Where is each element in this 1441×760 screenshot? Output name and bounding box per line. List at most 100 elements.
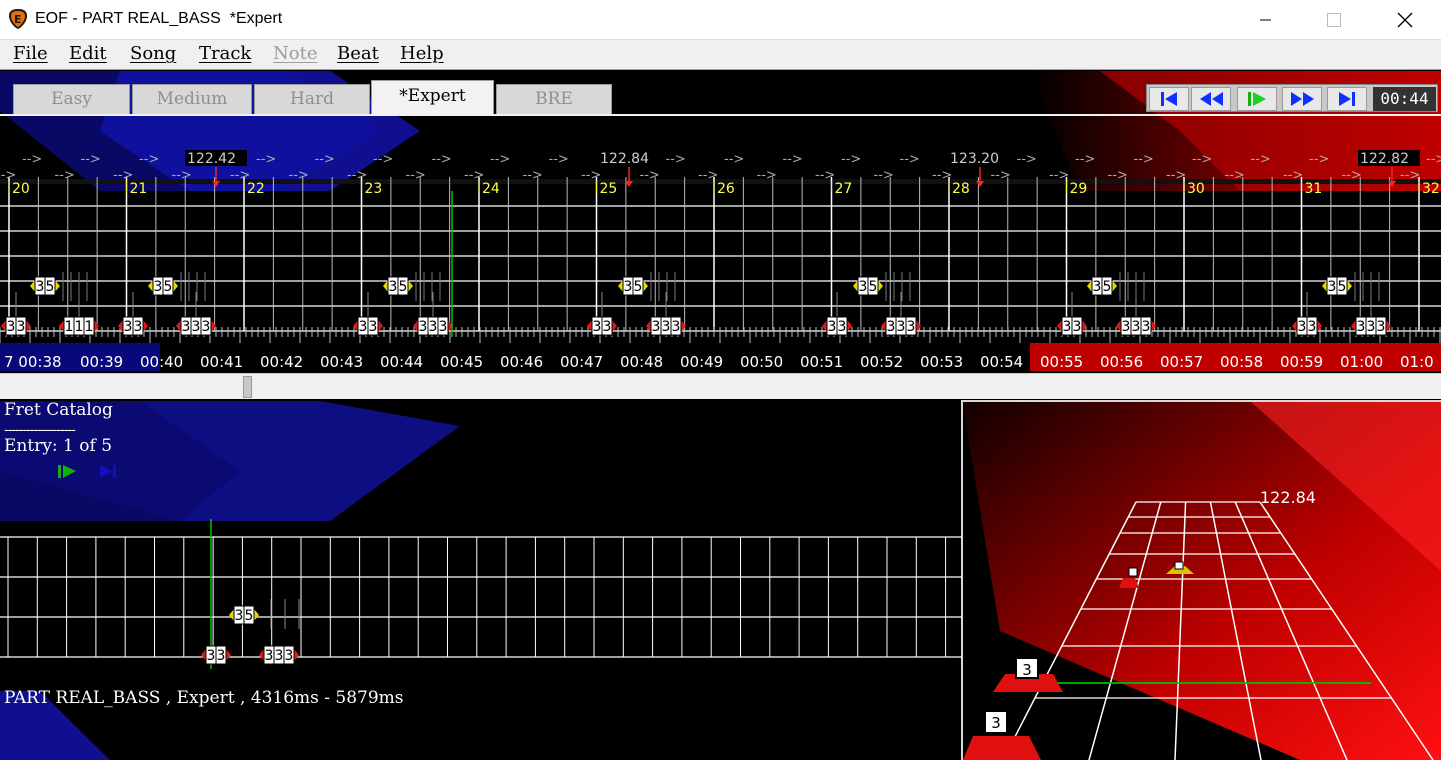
tempo-arrow: --> — [22, 152, 42, 167]
bpm-label: 122.42 — [187, 151, 236, 167]
piano-roll[interactable]: 20212223242526272829303132-->-->-->-->--… — [0, 117, 1441, 397]
menu-file[interactable]: File — [13, 43, 48, 64]
close-icon — [1397, 12, 1413, 28]
tempo-arrow: --> — [0, 168, 16, 183]
svg-text:3: 3 — [838, 319, 847, 335]
svg-text:5: 5 — [245, 608, 254, 624]
timestamp-label: 00:57 — [1160, 353, 1203, 371]
fast-forward-button[interactable] — [1282, 87, 1322, 111]
svg-text:3: 3 — [1073, 319, 1082, 335]
svg-text:1: 1 — [75, 319, 84, 335]
tempo-arrow: --> — [900, 152, 920, 167]
highway-far-gem-label — [1128, 567, 1138, 577]
highway-gem — [963, 736, 1041, 760]
timestamp-label: 00:56 — [1100, 353, 1143, 371]
tempo-arrow: --> — [1166, 168, 1186, 183]
measure-number: 25 — [600, 181, 618, 197]
note-gem: 111 — [59, 316, 99, 336]
note-gem: 333 — [881, 316, 921, 336]
svg-text:3: 3 — [887, 319, 896, 335]
tempo-arrow: --> — [1400, 168, 1420, 183]
timestamp-label: 00:58 — [1220, 353, 1263, 371]
note-gem: 33 — [1, 316, 31, 336]
maximize-icon — [1327, 13, 1341, 27]
timestamp-label: 00:54 — [980, 353, 1023, 371]
window-title: EOF - PART REAL_BASS *Expert — [35, 10, 283, 27]
tempo-arrow: --> — [1049, 168, 1069, 183]
play-button[interactable] — [1237, 87, 1277, 111]
timestamp-label: 00:55 — [1040, 353, 1083, 371]
note-gem: 33 — [1057, 316, 1087, 336]
tempo-arrow: --> — [490, 152, 510, 167]
svg-text:3: 3 — [154, 279, 163, 295]
svg-text:3: 3 — [1142, 319, 1151, 335]
minimize-button[interactable] — [1243, 0, 1289, 40]
tab-bre[interactable]: BRE — [496, 84, 612, 114]
tab-hard[interactable]: Hard — [254, 84, 370, 114]
close-button[interactable] — [1382, 0, 1428, 40]
measure-number: 24 — [482, 181, 500, 197]
note-gem: 333 — [1116, 316, 1156, 336]
svg-text:3: 3 — [265, 648, 274, 664]
timestamp-label: 00:45 — [440, 353, 483, 371]
note-gem: 33 — [587, 316, 617, 336]
svg-text:3: 3 — [1093, 279, 1102, 295]
svg-text:3: 3 — [1308, 319, 1317, 335]
timestamp-label: 00:53 — [920, 353, 963, 371]
fret-catalog-entry: Entry: 1 of 5 — [4, 436, 113, 456]
highway-lane — [1234, 501, 1348, 760]
svg-text:3: 3 — [235, 608, 244, 624]
svg-text:3: 3 — [285, 648, 294, 664]
svg-text:5: 5 — [399, 279, 408, 295]
skip-to-start-button[interactable] — [1149, 87, 1189, 111]
note-gem: 35 — [148, 276, 178, 296]
svg-text:3: 3 — [1298, 319, 1307, 335]
scrollbar-thumb[interactable] — [243, 376, 252, 398]
measure-number: 22 — [247, 181, 265, 197]
tempo-arrow: --> — [230, 168, 250, 183]
note-gem: 33 — [353, 316, 383, 336]
note-gem: 333 — [176, 316, 216, 336]
tempo-arrow: --> — [1309, 152, 1329, 167]
catalog-nav — [58, 465, 116, 478]
menu-song[interactable]: Song — [130, 43, 176, 64]
menu-note[interactable]: Note — [273, 43, 317, 64]
skip-to-end-button[interactable] — [1327, 87, 1367, 111]
measure-number: 21 — [130, 181, 148, 197]
highway-lane — [1002, 501, 1137, 760]
maximize-button[interactable] — [1311, 0, 1357, 40]
svg-text:3: 3 — [624, 279, 633, 295]
tempo-arrow: --> — [1283, 168, 1303, 183]
note-gem: 35 — [1087, 276, 1117, 296]
svg-text:3: 3 — [202, 319, 211, 335]
measure-number: 31 — [1305, 181, 1323, 197]
tab-expert[interactable]: *Expert — [371, 80, 494, 114]
tab-easy[interactable]: Easy — [13, 84, 130, 114]
tempo-arrow: --> — [1342, 168, 1362, 183]
note-gem: 35 — [853, 276, 883, 296]
skip-start-icon — [1161, 92, 1177, 106]
rewind-button[interactable] — [1191, 87, 1231, 111]
menu-edit[interactable]: Edit — [69, 43, 107, 64]
catalog-fretboard-view[interactable]: 3 53 3 3 3 3 — [0, 519, 962, 679]
catalog-next-icon[interactable] — [100, 465, 116, 478]
menu-track[interactable]: Track — [199, 43, 251, 64]
tempo-arrow: --> — [815, 168, 835, 183]
measure-number: 27 — [835, 181, 853, 197]
svg-text:3: 3 — [182, 319, 191, 335]
menu-help[interactable]: Help — [400, 43, 444, 64]
svg-text:3: 3 — [897, 319, 906, 335]
catalog-play-icon[interactable] — [58, 465, 76, 478]
tempo-arrow: --> — [373, 152, 393, 167]
menu-beat[interactable]: Beat — [337, 43, 379, 64]
horizontal-scrollbar[interactable] — [0, 373, 1441, 399]
tempo-arrow: --> — [464, 168, 484, 183]
svg-text:5: 5 — [1338, 279, 1347, 295]
tempo-arrow: --> — [698, 168, 718, 183]
tab-medium[interactable]: Medium — [132, 84, 252, 114]
svg-text:3: 3 — [593, 319, 602, 335]
tempo-arrow: --> — [1017, 152, 1037, 167]
measure-number: 32 — [1422, 181, 1440, 197]
highway-lane — [1209, 501, 1262, 760]
svg-text:3: 3 — [17, 319, 26, 335]
